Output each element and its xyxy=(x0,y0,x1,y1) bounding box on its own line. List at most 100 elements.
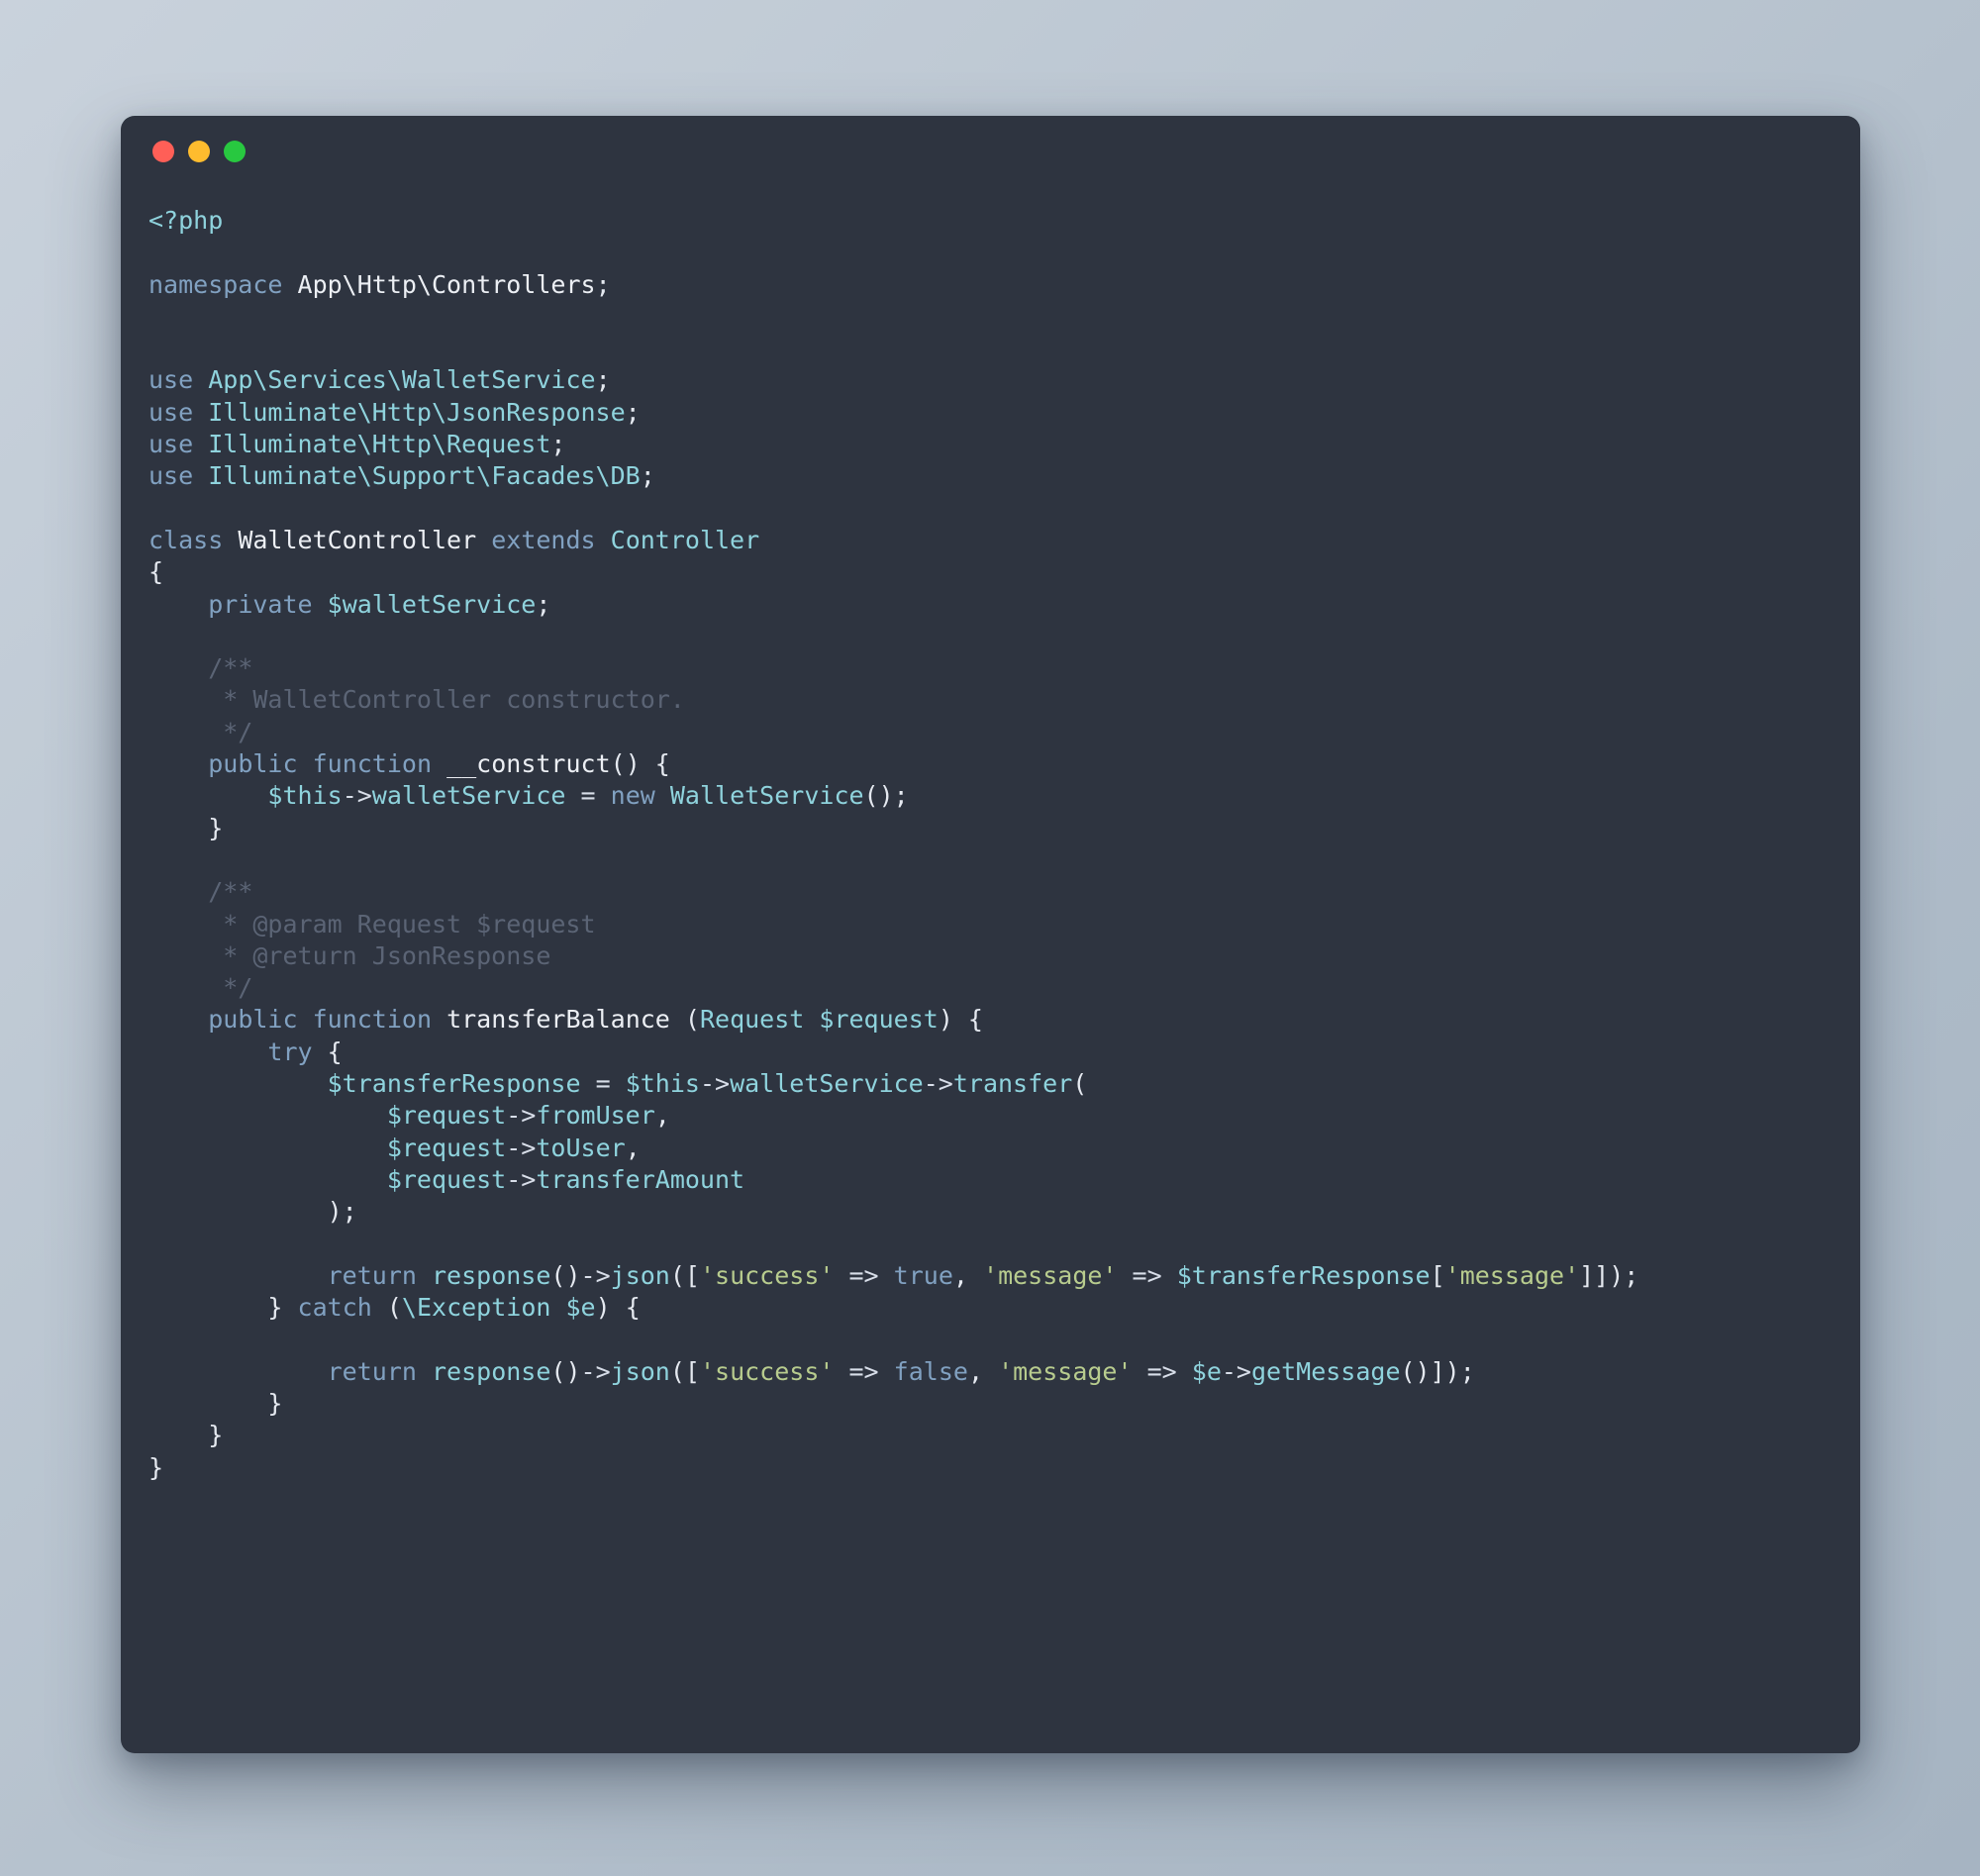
code-token: } xyxy=(267,1293,283,1323)
code-token: Controller xyxy=(610,525,760,554)
code-token: WalletController xyxy=(238,525,477,554)
code-token: __construct xyxy=(446,749,611,779)
code-token: $walletService xyxy=(327,589,537,619)
code-token: -> xyxy=(342,781,372,811)
code-token: function xyxy=(312,1005,433,1035)
code-line: try { xyxy=(148,1037,343,1066)
code-line: } xyxy=(148,1453,163,1482)
code-token: ([ xyxy=(669,1356,700,1386)
code-token: 'success' xyxy=(699,1260,835,1290)
code-token: transfer xyxy=(952,1069,1073,1099)
code-token: $request xyxy=(386,1133,507,1162)
code-token: => xyxy=(1146,1356,1177,1386)
code-token: use xyxy=(148,365,194,395)
php-source-code[interactable]: <?php namespace App\Http\Controllers; us… xyxy=(148,205,1821,1484)
code-token: 'message' xyxy=(998,1356,1133,1386)
code-token: public xyxy=(208,749,298,779)
code-token: Illuminate\Http\Request xyxy=(208,430,551,459)
code-token: $request xyxy=(386,1164,507,1194)
code-token: () { xyxy=(610,749,670,779)
code-token: namespace xyxy=(148,269,283,299)
code-token: App\Services\WalletService xyxy=(208,365,596,395)
window-titlebar xyxy=(121,116,1860,187)
code-token: json xyxy=(610,1260,670,1290)
code-token: { xyxy=(327,1037,343,1066)
code-token: ; xyxy=(640,461,655,491)
code-token: json xyxy=(610,1356,670,1386)
screenshot-root: <?php namespace App\Http\Controllers; us… xyxy=(0,0,1980,1876)
code-line: $request->toUser, xyxy=(148,1134,641,1162)
code-line: } xyxy=(148,1421,223,1449)
code-line: class WalletController extends Controlle… xyxy=(148,526,759,554)
code-token: -> xyxy=(699,1069,731,1099)
code-token: ; xyxy=(595,365,611,395)
code-token: catch xyxy=(297,1293,372,1323)
code-line: } xyxy=(148,814,223,842)
code-line: return response()->json(['success' => tr… xyxy=(148,1260,1639,1290)
code-token: 'message' xyxy=(983,1260,1118,1290)
code-token: ; xyxy=(595,269,611,299)
code-token: fromUser xyxy=(536,1101,655,1131)
code-token: = xyxy=(580,781,596,811)
code-token: return xyxy=(327,1260,417,1290)
code-line: $request->transferAmount xyxy=(148,1165,744,1194)
code-token: * @param Request $request xyxy=(148,909,596,938)
code-line: return response()->json(['success' => fa… xyxy=(148,1357,1475,1386)
code-token: use xyxy=(148,397,194,427)
code-token: * WalletController constructor. xyxy=(148,685,685,715)
code-line: ); xyxy=(148,1197,357,1226)
code-token: /** xyxy=(208,877,253,907)
code-token: , xyxy=(967,1356,983,1386)
code-token: class xyxy=(148,525,224,554)
code-token: transferAmount xyxy=(536,1164,745,1194)
code-token: ); xyxy=(327,1197,357,1227)
minimize-window-button[interactable] xyxy=(188,141,210,162)
code-token: ()]); xyxy=(1400,1356,1475,1386)
code-snippet-window: <?php namespace App\Http\Controllers; us… xyxy=(121,116,1860,1753)
code-token: -> xyxy=(580,1260,611,1290)
code-token: walletService xyxy=(371,781,566,811)
close-window-button[interactable] xyxy=(152,141,174,162)
code-line: * WalletController constructor. xyxy=(148,685,685,714)
code-token: = xyxy=(595,1069,611,1099)
code-token: ; xyxy=(550,430,566,459)
code-line: * @return JsonResponse xyxy=(148,941,550,970)
code-line: /** xyxy=(148,653,252,682)
code-line: use Illuminate\Http\JsonResponse; xyxy=(148,398,641,427)
maximize-window-button[interactable] xyxy=(224,141,246,162)
code-token: } xyxy=(208,813,224,842)
code-line: use App\Services\WalletService; xyxy=(148,365,611,394)
code-token: use xyxy=(148,430,194,459)
code-line: public function transferBalance (Request… xyxy=(148,1005,983,1034)
code-token: extends xyxy=(491,525,596,554)
code-line: public function __construct() { xyxy=(148,749,670,778)
code-token: ( xyxy=(371,1293,402,1323)
code-line: /** xyxy=(148,877,252,906)
code-token: ( xyxy=(669,1005,700,1035)
code-token: => xyxy=(848,1260,879,1290)
code-token: false xyxy=(893,1356,968,1386)
